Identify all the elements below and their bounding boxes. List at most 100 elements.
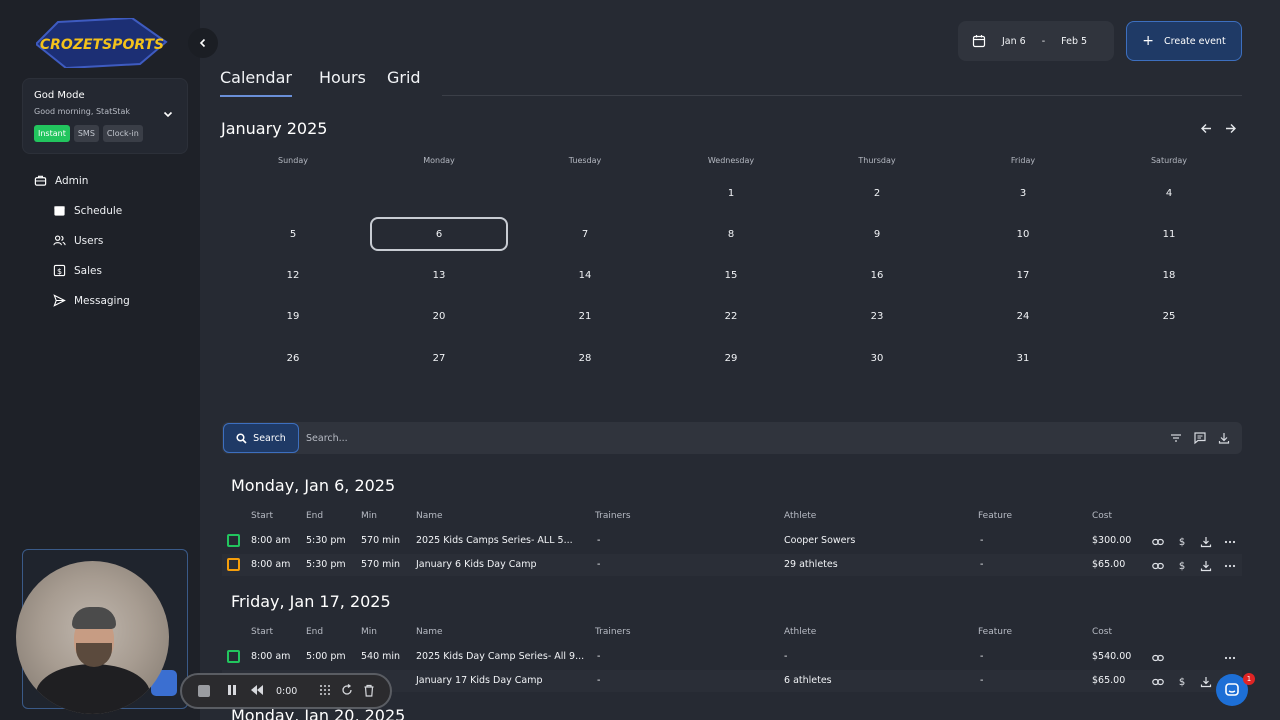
calendar-day[interactable]: 10 [954, 217, 1092, 251]
restart-icon[interactable] [341, 684, 353, 696]
calendar-day[interactable]: 24 [954, 299, 1092, 333]
plus-icon: + [1142, 33, 1155, 49]
calendar-day[interactable]: 7 [516, 217, 654, 251]
row-checkbox[interactable] [227, 650, 240, 663]
column-header: Name [416, 627, 443, 637]
more-icon[interactable] [1224, 560, 1236, 572]
cell-cost: $300.00 [1092, 535, 1132, 546]
calendar-day[interactable]: 17 [954, 258, 1092, 292]
chip-clock-in[interactable]: Clock-in [102, 125, 143, 142]
rewind-icon[interactable] [250, 684, 264, 696]
calendar-day[interactable]: 21 [516, 299, 654, 333]
more-icon[interactable] [1224, 536, 1236, 548]
search-input[interactable] [306, 428, 1146, 448]
date-range-picker[interactable]: Jan 6 - Feb 5 [958, 21, 1114, 61]
column-header: End [306, 627, 324, 637]
calendar-day[interactable]: 14 [516, 258, 654, 292]
row-checkbox[interactable] [227, 534, 240, 547]
column-header: Cost [1092, 627, 1113, 637]
row-checkbox[interactable] [227, 558, 240, 571]
calendar-day[interactable]: 20 [370, 299, 508, 333]
search-button[interactable]: Search [223, 423, 299, 453]
column-header: Feature [978, 627, 1013, 637]
download-icon[interactable] [1217, 431, 1231, 445]
column-header: End [306, 511, 324, 521]
sidebar-item-messaging[interactable]: Messaging [53, 294, 130, 307]
sidebar-item-schedule[interactable]: Schedule [53, 204, 122, 217]
date-to[interactable]: Feb 5 [1061, 36, 1087, 47]
link-icon[interactable] [1152, 676, 1164, 688]
collapse-sidebar-button[interactable] [188, 28, 218, 58]
calendar-day[interactable]: 27 [370, 341, 508, 375]
calendar-day[interactable]: 12 [224, 258, 362, 292]
calendar-day[interactable]: 26 [224, 341, 362, 375]
profile-greeting: Good morning, StatStak [34, 107, 130, 116]
calendar-day-selected[interactable]: 6 [370, 217, 508, 251]
calendar-day[interactable]: 5 [224, 217, 362, 251]
calendar-day[interactable]: 16 [808, 258, 946, 292]
calendar-day[interactable]: 2 [808, 176, 946, 210]
cell-name[interactable]: January 17 Kids Day Camp [416, 675, 543, 686]
date-from[interactable]: Jan 6 [1002, 36, 1026, 47]
chevron-down-icon[interactable] [163, 109, 173, 119]
create-event-button[interactable]: + Create event [1126, 21, 1242, 61]
crozet-sports-logo[interactable]: CROZETSPORTS [36, 18, 168, 68]
tab-grid[interactable]: Grid [387, 68, 421, 95]
weekday-header: Thursday [858, 156, 896, 165]
recording-toolbar: 0:00 [180, 673, 392, 709]
calendar-day[interactable]: 22 [662, 299, 800, 333]
calendar-day[interactable]: 25 [1100, 299, 1238, 333]
link-icon[interactable] [1152, 560, 1164, 572]
more-icon[interactable] [1224, 652, 1236, 664]
link-icon[interactable] [1152, 536, 1164, 548]
presenter-body [36, 664, 150, 714]
calendar-day[interactable]: 23 [808, 299, 946, 333]
download-icon[interactable] [1200, 560, 1212, 572]
calendar-day[interactable]: 11 [1100, 217, 1238, 251]
column-header: Trainers [595, 511, 631, 521]
calendar-day[interactable]: 15 [662, 258, 800, 292]
download-icon[interactable] [1200, 536, 1212, 548]
calendar-day[interactable]: 13 [370, 258, 508, 292]
chip-instant[interactable]: Instant [34, 125, 70, 142]
download-icon[interactable] [1200, 676, 1212, 688]
cell-cost: $65.00 [1092, 675, 1126, 686]
link-icon[interactable] [1152, 652, 1164, 664]
sidebar-item-admin[interactable]: Admin [34, 174, 88, 187]
stop-icon[interactable] [198, 685, 210, 697]
dollar-icon[interactable]: $ [1176, 676, 1188, 688]
chip-sms[interactable]: SMS [73, 125, 99, 142]
column-header: Min [361, 627, 377, 637]
calendar-day[interactable]: 18 [1100, 258, 1238, 292]
dollar-icon[interactable]: $ [1176, 536, 1188, 548]
profile-card[interactable]: God Mode Good morning, StatStak Instant … [22, 78, 188, 154]
sidebar-item-users[interactable]: Users [53, 234, 103, 247]
month-title: January 2025 [221, 119, 328, 138]
presenter-cap [72, 607, 116, 629]
calendar-day[interactable]: 28 [516, 341, 654, 375]
calendar-day[interactable]: 8 [662, 217, 800, 251]
cell-name[interactable]: January 6 Kids Day Camp [416, 559, 537, 570]
tab-calendar[interactable]: Calendar [220, 68, 292, 97]
tab-hours[interactable]: Hours [319, 68, 366, 95]
dollar-icon[interactable]: $ [1176, 560, 1188, 572]
arrow-right-icon[interactable] [1224, 122, 1237, 135]
sidebar-item-sales[interactable]: $ Sales [53, 264, 102, 277]
arrow-left-icon[interactable] [1200, 122, 1213, 135]
calendar-day[interactable]: 29 [662, 341, 800, 375]
sidebar-item-label: Schedule [74, 204, 123, 217]
calendar-day[interactable]: 3 [954, 176, 1092, 210]
cell-name[interactable]: 2025 Kids Day Camp Series- All 9... [416, 651, 584, 662]
trash-icon[interactable] [363, 684, 375, 697]
calendar-day[interactable]: 19 [224, 299, 362, 333]
calendar-day[interactable]: 31 [954, 341, 1092, 375]
pause-icon[interactable] [227, 684, 237, 696]
cell-name[interactable]: 2025 Kids Camps Series- ALL 5... [416, 535, 573, 546]
calendar-day[interactable]: 9 [808, 217, 946, 251]
grid-dots-icon[interactable] [319, 684, 331, 696]
calendar-day[interactable]: 30 [808, 341, 946, 375]
filter-icon[interactable] [1169, 431, 1183, 445]
calendar-day[interactable]: 4 [1100, 176, 1238, 210]
message-icon[interactable] [1193, 431, 1207, 445]
calendar-day[interactable]: 1 [662, 176, 800, 210]
